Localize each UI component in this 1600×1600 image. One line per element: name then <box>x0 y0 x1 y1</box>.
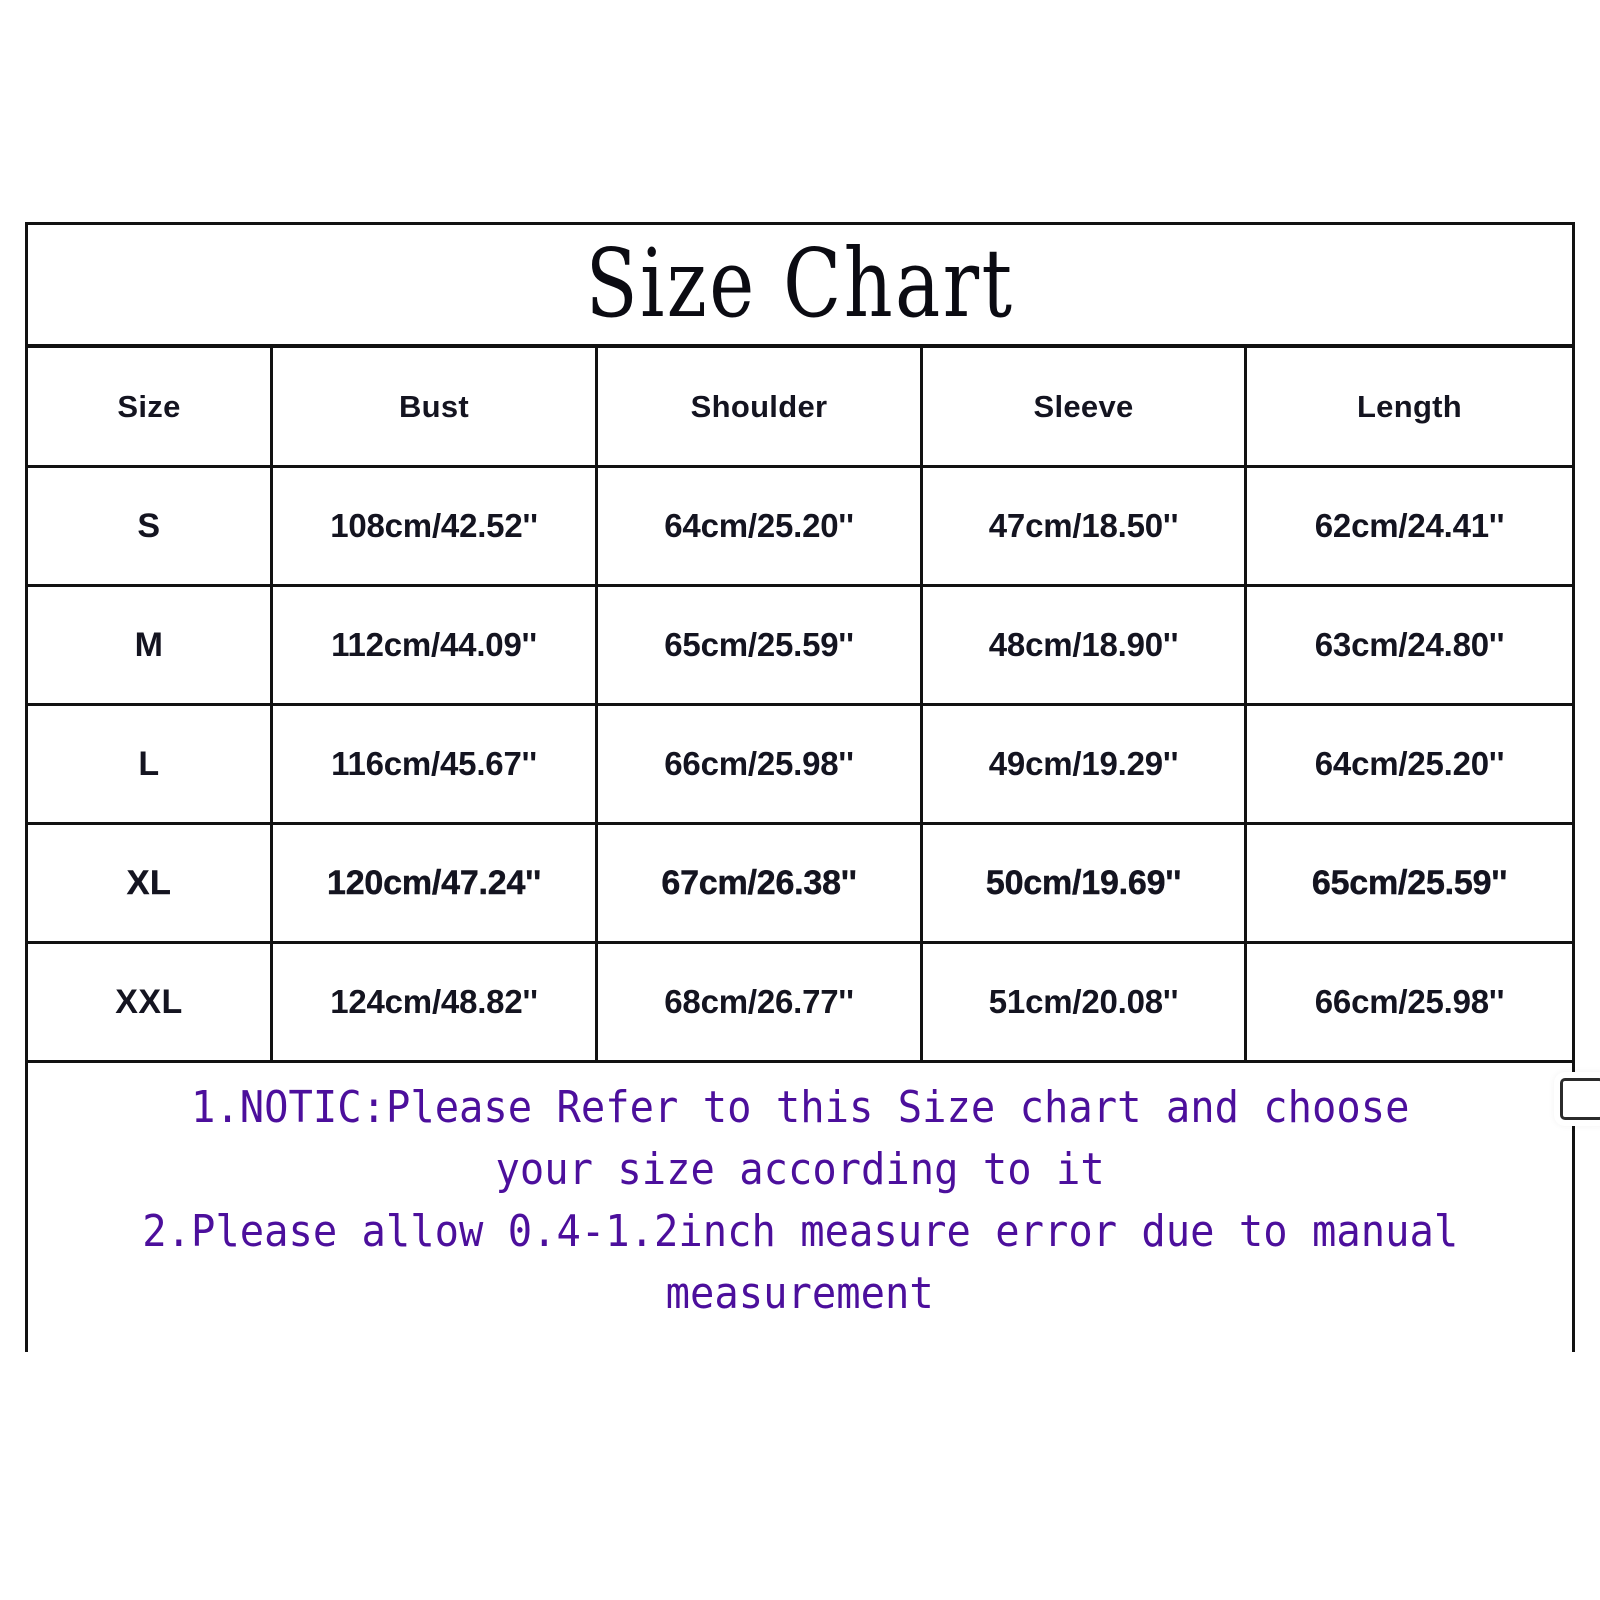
cell-length: 64cm/25.20'' <box>1314 745 1505 782</box>
cell-size: M <box>28 587 273 703</box>
notice-block: 1.NOTIC:Please Refer to this Size chart … <box>28 1063 1572 1353</box>
cell-length: 66cm/25.98'' <box>1314 983 1505 1020</box>
notice-line-1: 1.NOTIC:Please Refer to this Size chart … <box>190 1082 1410 1133</box>
column-header-length: Length <box>1356 388 1463 424</box>
column-header-sleeve: Sleeve <box>923 348 1247 465</box>
cell-length: 65cm/25.59'' <box>1311 863 1508 902</box>
edge-clipped-checkbox[interactable] <box>1560 1078 1600 1120</box>
cell-shoulder: 65cm/25.59'' <box>598 587 923 703</box>
cell-bust: 112cm/44.09'' <box>273 587 598 703</box>
column-header-bust: Bust <box>273 348 598 465</box>
cell-length: 63cm/24.80'' <box>1314 626 1505 663</box>
cell-size: XL <box>28 825 273 941</box>
cell-size: S <box>28 468 273 584</box>
cell-size: L <box>28 706 273 822</box>
size-chart-page: Size Chart Size Bust Shoulder Sleeve Len… <box>0 0 1600 1600</box>
table-row: XXL 124cm/48.82'' 68cm/26.77'' 51cm/20.0… <box>28 944 1572 1063</box>
cell-bust: 124cm/48.82'' <box>273 944 598 1060</box>
cell-shoulder: 66cm/25.98'' <box>598 706 923 822</box>
table-row: M 112cm/44.09'' 65cm/25.59'' 48cm/18.90'… <box>28 587 1572 706</box>
column-header-size: Size <box>28 348 273 465</box>
cell-size: XXL <box>28 944 273 1060</box>
notice-line-3: 2.Please allow 0.4-1.2inch measure error… <box>141 1206 1459 1257</box>
cell-shoulder: 68cm/26.77'' <box>598 944 923 1060</box>
cell-bust: 108cm/42.52'' <box>273 468 598 584</box>
size-chart-table: Size Chart Size Bust Shoulder Sleeve Len… <box>25 222 1575 1353</box>
table-row: S 108cm/42.52'' 64cm/25.20'' 47cm/18.50'… <box>28 468 1572 587</box>
cell-sleeve: 47cm/18.50'' <box>923 468 1247 584</box>
table-header-row: Size Bust Shoulder Sleeve Length <box>28 348 1572 468</box>
page-title: Size Chart <box>585 229 1015 339</box>
notice-line-4: measurement <box>665 1268 935 1319</box>
cell-shoulder: 64cm/25.20'' <box>598 468 923 584</box>
cell-sleeve: 51cm/20.08'' <box>923 944 1247 1060</box>
cell-shoulder: 67cm/26.38'' <box>598 825 923 941</box>
notice-line-2: your size according to it <box>495 1144 1105 1195</box>
cell-sleeve: 50cm/19.69'' <box>923 825 1247 941</box>
table-row: L 116cm/45.67'' 66cm/25.98'' 49cm/19.29'… <box>28 706 1572 825</box>
title-band: Size Chart <box>28 225 1572 348</box>
column-header-shoulder: Shoulder <box>598 348 923 465</box>
table-row: XL 120cm/47.24'' 67cm/26.38'' 50cm/19.69… <box>28 825 1572 944</box>
cell-bust: 120cm/47.24'' <box>273 825 598 941</box>
cell-length: 62cm/24.41'' <box>1314 507 1505 544</box>
cell-sleeve: 48cm/18.90'' <box>923 587 1247 703</box>
cell-sleeve: 49cm/19.29'' <box>923 706 1247 822</box>
cell-bust: 116cm/45.67'' <box>273 706 598 822</box>
